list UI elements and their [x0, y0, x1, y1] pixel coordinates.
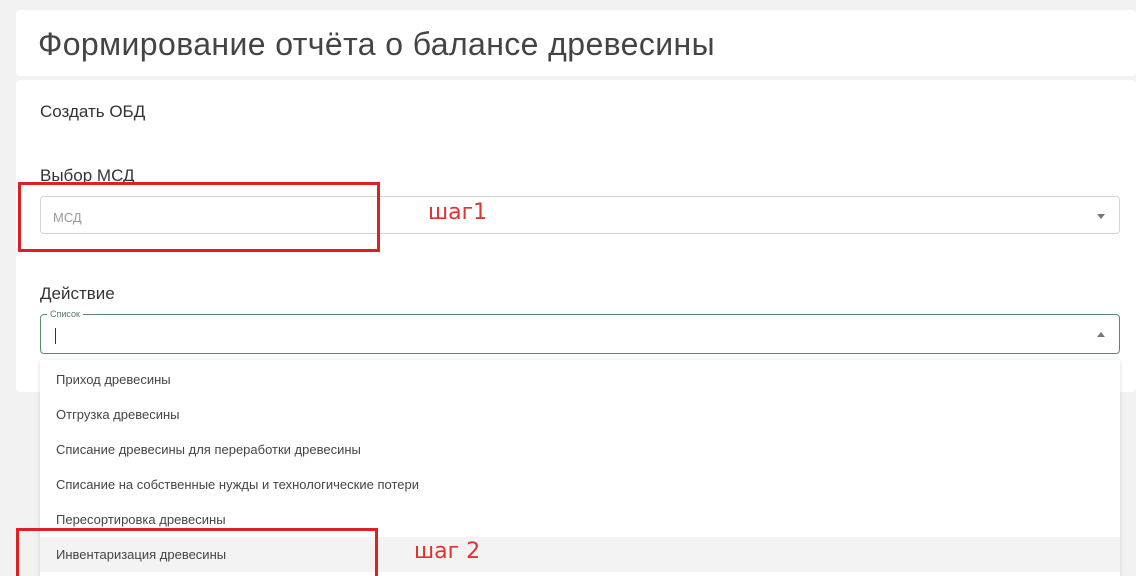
step1-annotation: шаг1 — [428, 200, 488, 225]
action-select[interactable]: Список — [40, 308, 1120, 354]
dropdown-item-own-needs[interactable]: Списание на собственные нужды и технолог… — [40, 467, 1120, 502]
dropdown-item-processing[interactable]: Списание древесины для переработки древе… — [40, 432, 1120, 467]
step2-highlight-box — [16, 528, 378, 576]
dropdown-item-shipment[interactable]: Отгрузка древесины — [40, 397, 1120, 432]
action-legend: Список — [47, 308, 83, 320]
dropdown-item-arrival[interactable]: Приход древесины — [40, 362, 1120, 397]
step2-annotation: шаг 2 — [414, 539, 481, 564]
action-label: Действие — [40, 284, 115, 303]
chevron-up-icon[interactable] — [1097, 332, 1105, 337]
step1-highlight-box — [18, 182, 380, 252]
section-title: Создать ОБД — [40, 102, 146, 121]
chevron-down-icon[interactable] — [1097, 214, 1105, 219]
text-cursor — [55, 328, 56, 344]
page-title: Формирование отчёта о балансе древесины — [38, 26, 716, 62]
